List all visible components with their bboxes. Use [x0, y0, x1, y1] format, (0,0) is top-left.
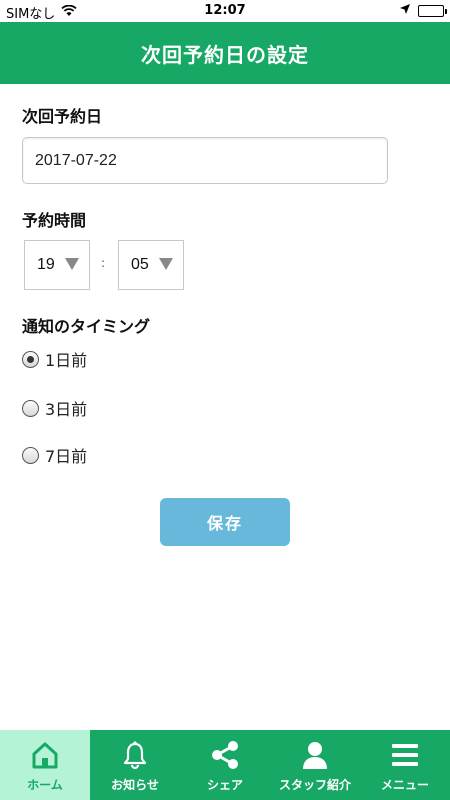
tab-news[interactable]: お知らせ: [90, 730, 180, 800]
battery-icon: [418, 4, 447, 17]
minute-value: 05: [131, 256, 149, 273]
minute-select[interactable]: 05: [118, 240, 184, 290]
hour-select[interactable]: 19: [24, 240, 90, 290]
location-arrow-icon: [400, 3, 410, 18]
home-icon: [28, 738, 62, 772]
tab-label: ホーム: [27, 778, 63, 792]
tab-label: お知らせ: [111, 778, 159, 792]
tab-share[interactable]: シェア: [180, 730, 270, 800]
radio-button-checked[interactable]: [22, 350, 39, 368]
dropdown-arrow-icon: [65, 258, 79, 270]
notify-option-7day[interactable]: 7日前: [22, 443, 87, 467]
dropdown-arrow-icon: [159, 258, 173, 270]
tab-label: スタッフ紹介: [278, 778, 351, 792]
next-date-label: 次回予約日: [22, 107, 103, 126]
tab-label: シェア: [206, 778, 243, 792]
radio-button[interactable]: [22, 446, 39, 464]
tab-home[interactable]: ホーム: [0, 730, 90, 800]
share-icon: [208, 738, 242, 772]
time-separator: :: [101, 256, 106, 270]
notify-option-label: 3日前: [45, 400, 88, 419]
menu-icon: [388, 738, 422, 772]
bell-icon: [118, 738, 152, 772]
tab-staff[interactable]: スタッフ紹介: [270, 730, 360, 800]
time-label: 予約時間: [22, 211, 87, 230]
person-icon: [298, 738, 332, 772]
notify-label: 通知のタイミング: [22, 317, 151, 336]
notify-option-label: 1日前: [45, 351, 88, 370]
tab-menu[interactable]: メニュー: [360, 730, 450, 800]
notify-option-1day[interactable]: 1日前: [22, 347, 87, 371]
status-time: 12:07: [204, 3, 246, 18]
bottom-tab-bar: ホーム お知らせ シェア スタッフ紹介 メニュー: [0, 730, 450, 800]
page-title: 次回予約日の設定: [141, 42, 309, 67]
header: 次回予約日の設定: [0, 22, 450, 84]
status-bar: SIMなし 12:07: [0, 0, 450, 22]
tab-label: メニュー: [380, 778, 429, 792]
radio-button[interactable]: [22, 399, 39, 417]
save-button[interactable]: 保存: [160, 498, 290, 546]
next-date-input[interactable]: [22, 137, 388, 184]
status-right: [400, 3, 447, 18]
notify-option-3day[interactable]: 3日前: [22, 396, 87, 420]
notify-option-label: 7日前: [45, 447, 88, 466]
hour-value: 19: [37, 256, 55, 273]
